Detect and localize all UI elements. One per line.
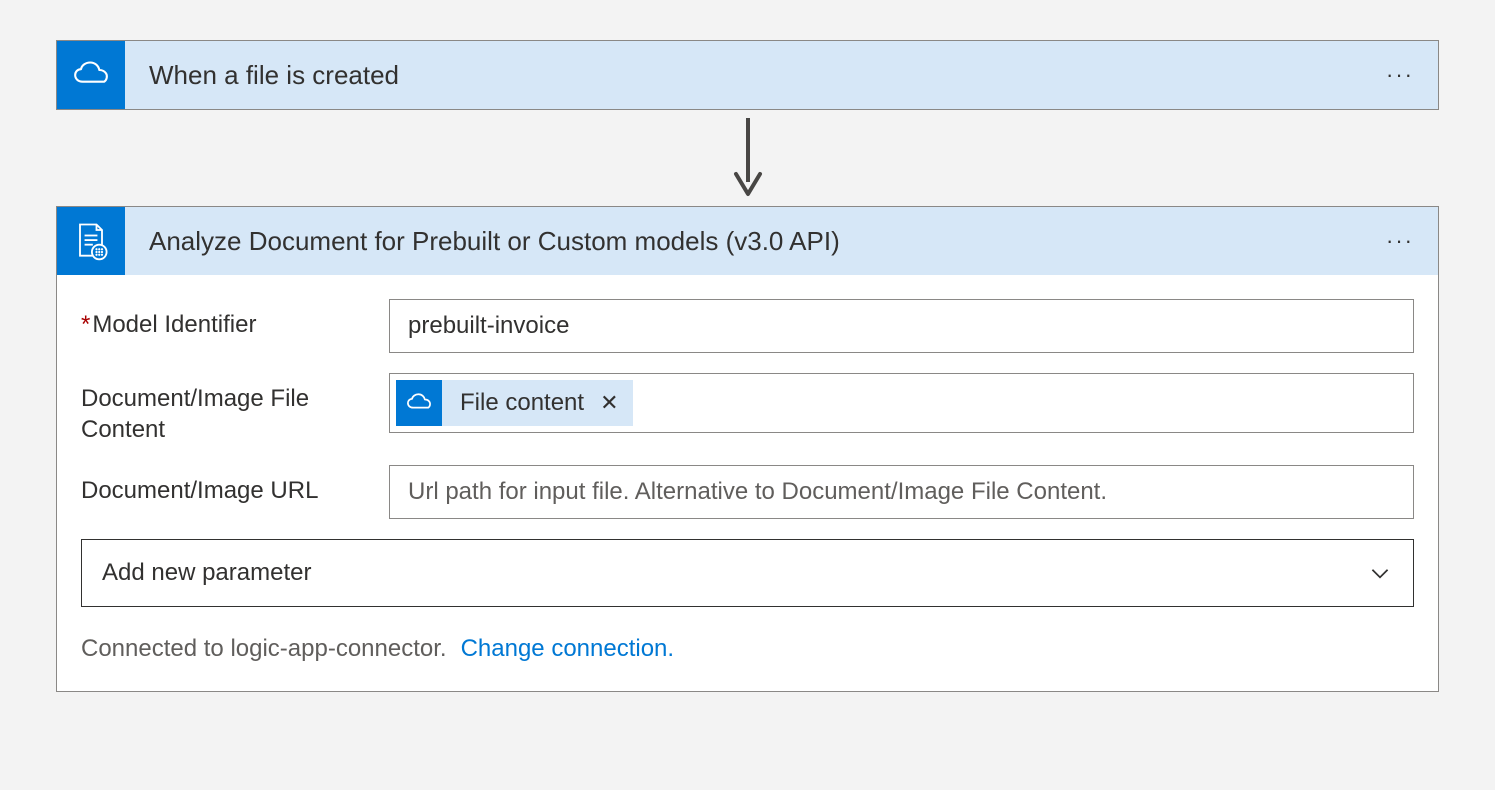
action-title: Analyze Document for Prebuilt or Custom … <box>125 226 1362 257</box>
onedrive-icon <box>396 380 442 426</box>
file-content-field[interactable]: File content ✕ <box>389 373 1414 433</box>
file-content-token[interactable]: File content ✕ <box>396 380 633 426</box>
file-content-label: Document/Image File Content <box>81 373 377 445</box>
trigger-card[interactable]: When a file is created ··· <box>56 40 1439 110</box>
action-body: *Model Identifier Document/Image File Co… <box>57 275 1438 691</box>
change-connection-link[interactable]: Change connection. <box>461 635 675 663</box>
connection-text: Connected to logic-app-connector. <box>81 635 447 663</box>
onedrive-icon <box>57 41 125 109</box>
token-remove-button[interactable]: ✕ <box>598 390 632 416</box>
required-indicator: * <box>81 311 90 338</box>
action-more-menu[interactable]: ··· <box>1362 228 1438 254</box>
image-url-row: Document/Image URL <box>81 465 1414 519</box>
document-cog-icon <box>57 207 125 275</box>
model-identifier-label: *Model Identifier <box>81 299 377 340</box>
model-identifier-input[interactable] <box>389 299 1414 353</box>
image-url-input[interactable] <box>389 465 1414 519</box>
image-url-label: Document/Image URL <box>81 465 377 506</box>
connection-info: Connected to logic-app-connector. Change… <box>81 635 1414 663</box>
model-identifier-row: *Model Identifier <box>81 299 1414 353</box>
trigger-header[interactable]: When a file is created ··· <box>57 41 1438 109</box>
trigger-more-menu[interactable]: ··· <box>1362 62 1438 88</box>
chevron-down-icon <box>1367 560 1393 586</box>
add-parameter-label: Add new parameter <box>102 559 311 587</box>
token-label: File content <box>442 389 598 417</box>
action-header[interactable]: Analyze Document for Prebuilt or Custom … <box>57 207 1438 275</box>
flow-arrow <box>56 116 1439 200</box>
add-parameter-dropdown[interactable]: Add new parameter <box>81 539 1414 607</box>
file-content-row: Document/Image File Content File content… <box>81 373 1414 445</box>
trigger-title: When a file is created <box>125 60 1362 91</box>
action-card: Analyze Document for Prebuilt or Custom … <box>56 206 1439 692</box>
